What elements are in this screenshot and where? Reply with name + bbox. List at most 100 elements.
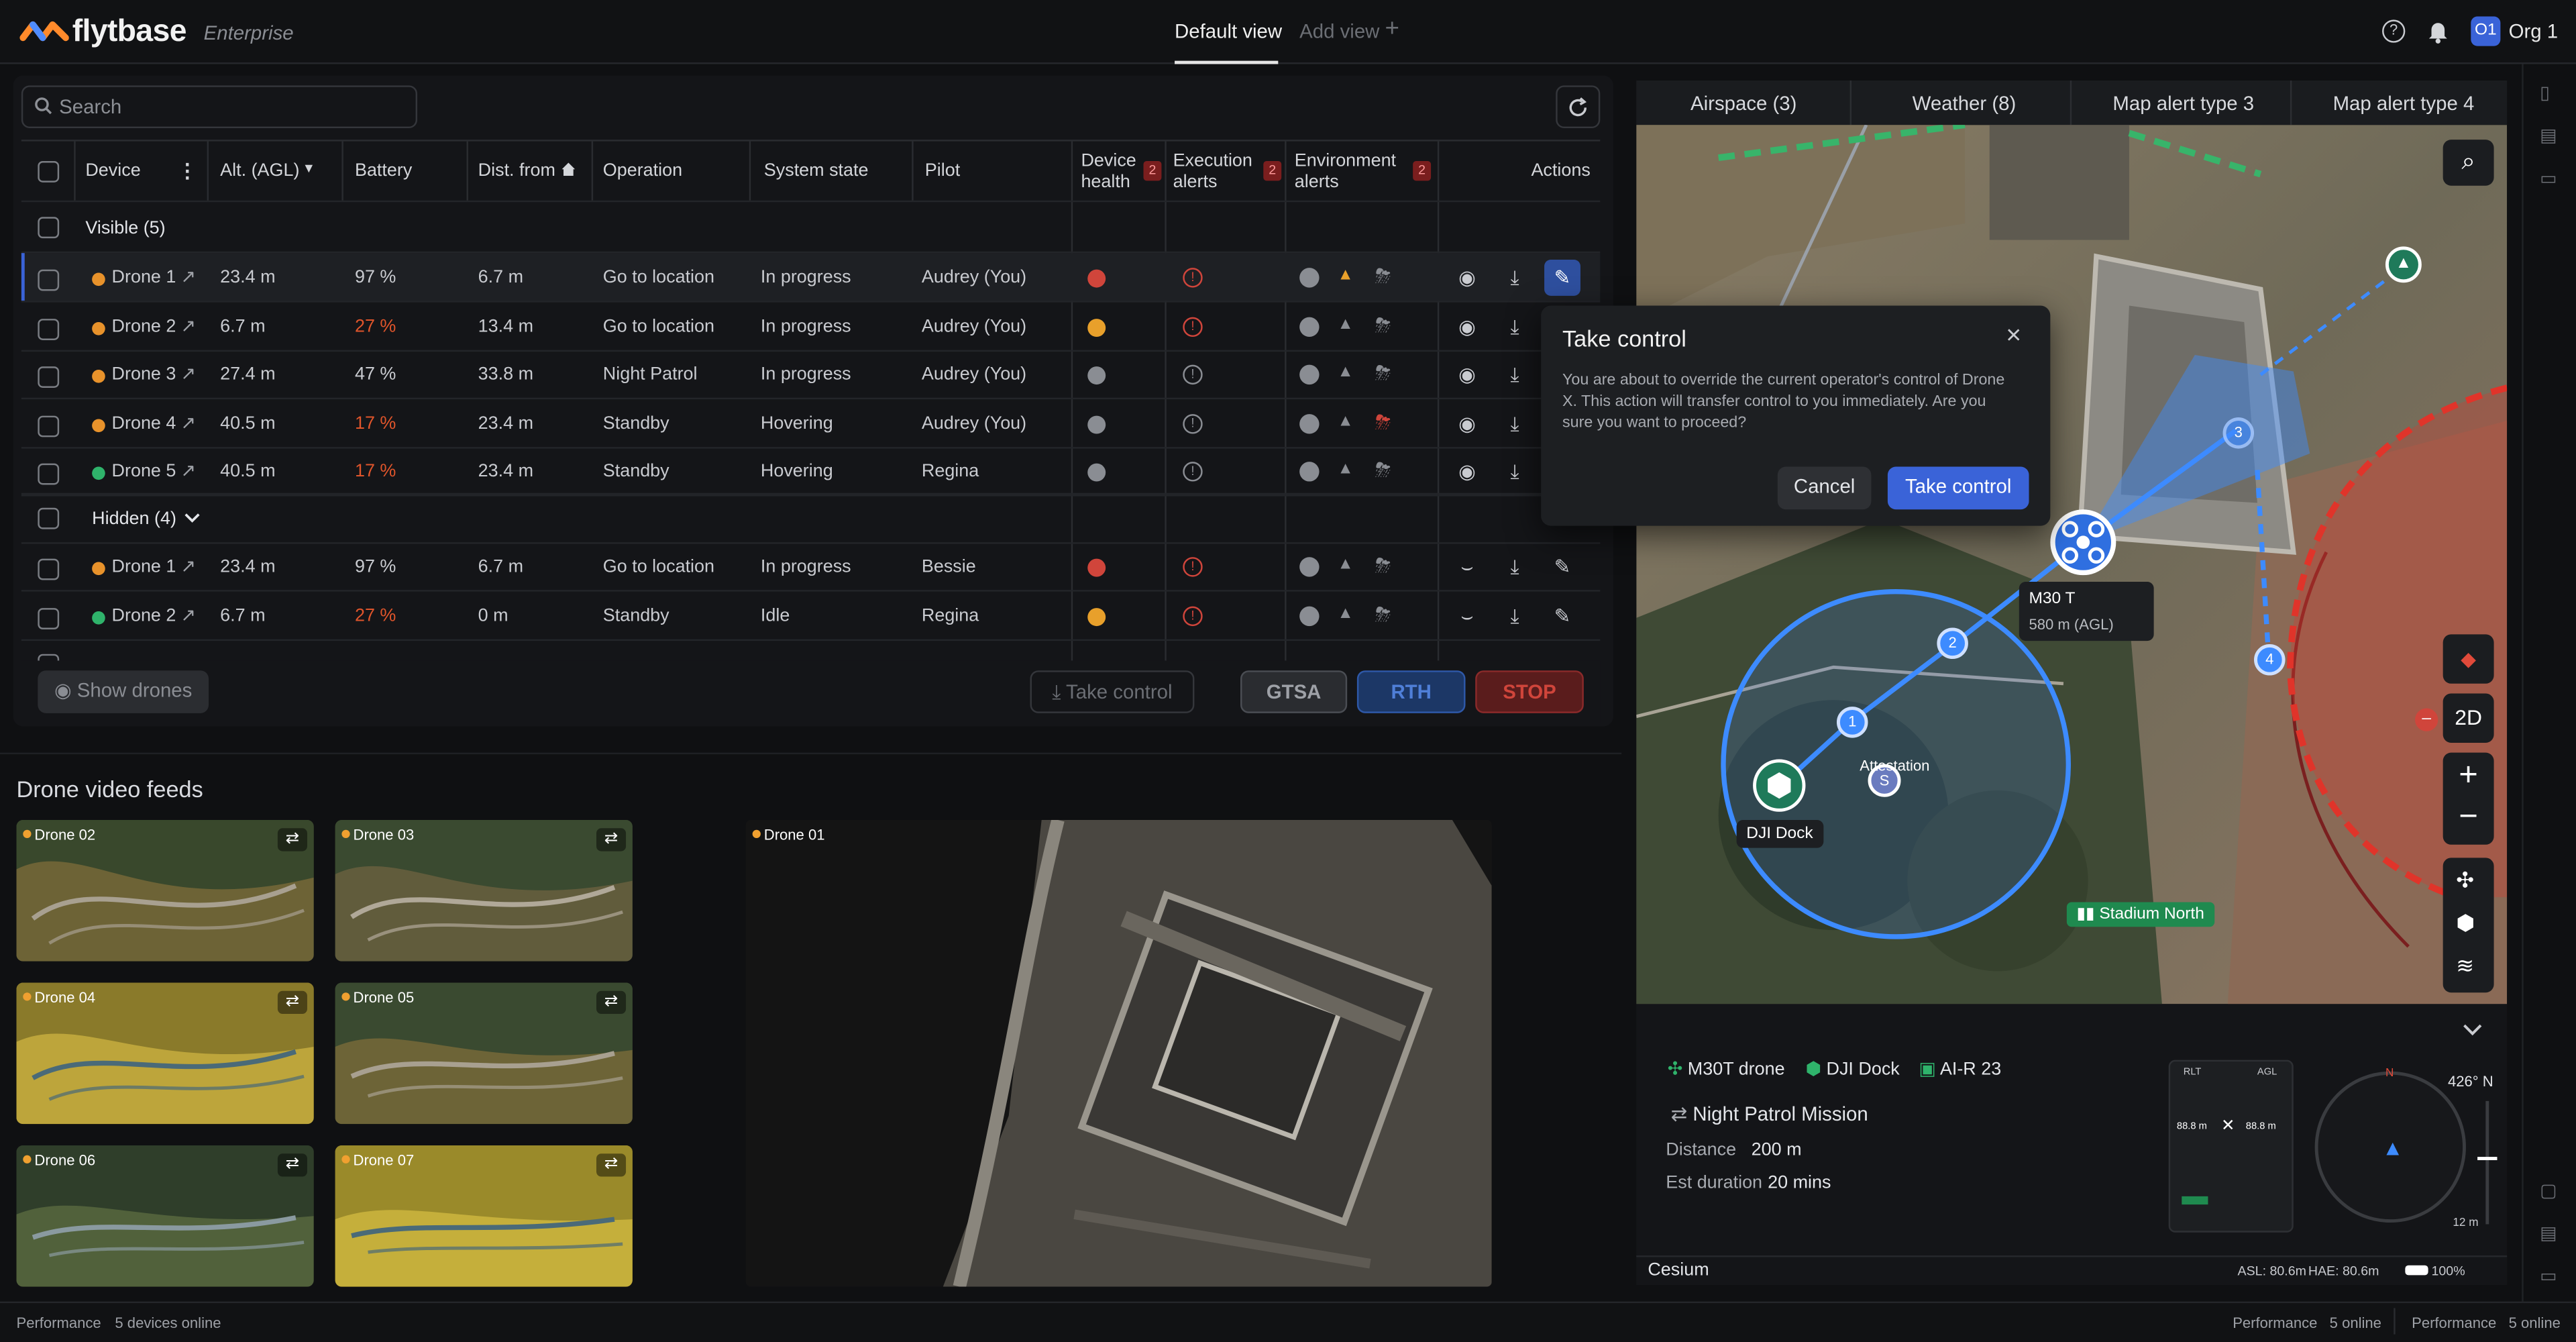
eye-icon[interactable]: ◉: [1449, 405, 1485, 442]
chevron-down-icon[interactable]: [184, 511, 200, 525]
take-control-button[interactable]: ⤓ Take control: [1030, 670, 1195, 713]
tab-default-view[interactable]: Default view: [1175, 19, 1282, 42]
wind-icon[interactable]: [1299, 316, 1320, 336]
chevron-down-icon[interactable]: [2463, 1022, 2482, 1038]
row-checkbox[interactable]: [38, 607, 60, 629]
take-control-icon[interactable]: ⤓: [1497, 454, 1533, 490]
device-name[interactable]: Drone 1: [112, 268, 176, 287]
wind-icon[interactable]: [1299, 557, 1320, 577]
rail-briefcase-icon-2[interactable]: ▭: [2540, 1266, 2557, 1286]
org-name[interactable]: Org 1: [2509, 19, 2559, 42]
swap-feed-icon[interactable]: ⇄: [277, 990, 307, 1015]
show-drones-button[interactable]: ◉ Show drones: [38, 670, 209, 713]
waypoint-1[interactable]: 1: [1836, 707, 1868, 738]
col-execution-alerts[interactable]: Execution alerts: [1173, 151, 1255, 194]
device-name[interactable]: Drone 2: [112, 605, 176, 625]
row-checkbox[interactable]: [38, 654, 60, 661]
wind-icon[interactable]: [1299, 268, 1320, 288]
org-avatar[interactable]: O1: [2471, 16, 2501, 46]
eye-closed-icon[interactable]: ⌣: [1449, 597, 1485, 633]
swap-feed-icon[interactable]: ⇄: [596, 828, 627, 851]
bell-icon[interactable]: [2426, 18, 2449, 44]
take-control-icon[interactable]: ⤓: [1497, 260, 1533, 296]
waypoint-3[interactable]: 3: [2222, 417, 2255, 449]
modal-confirm-button[interactable]: Take control: [1887, 466, 2029, 510]
visible-group-label[interactable]: Visible (5): [85, 219, 165, 238]
take-control-icon[interactable]: ⤓: [1497, 356, 1533, 393]
col-pilot[interactable]: Pilot: [925, 161, 960, 183]
tab-map-alert-4[interactable]: Map alert type 4: [2333, 92, 2475, 115]
col-device[interactable]: Device: [85, 161, 140, 183]
row-checkbox[interactable]: [38, 558, 60, 580]
wind-icon[interactable]: [1299, 605, 1320, 625]
stop-button[interactable]: STOP: [1475, 670, 1584, 713]
compass-button[interactable]: ◆: [2443, 634, 2494, 684]
main-video-feed[interactable]: Drone 01: [745, 820, 1492, 1287]
video-thumbnail[interactable]: Drone 04 ⇄: [16, 982, 314, 1125]
zoom-in-icon[interactable]: +: [2455, 758, 2483, 795]
col-system-state[interactable]: System state: [764, 161, 869, 183]
col-operation[interactable]: Operation: [603, 161, 682, 183]
device-name[interactable]: Drone 5: [112, 462, 176, 481]
tab-weather[interactable]: Weather (8): [1913, 92, 2017, 115]
eye-icon[interactable]: ◉: [1449, 356, 1485, 393]
device-name[interactable]: Drone 1: [112, 557, 176, 576]
landing-marker-icon[interactable]: ▲: [2385, 246, 2422, 283]
visible-group-checkbox[interactable]: [38, 217, 60, 239]
alert-icon[interactable]: !: [1183, 316, 1203, 336]
plus-icon[interactable]: +: [1385, 15, 1399, 43]
alert-icon[interactable]: !: [1183, 557, 1203, 577]
pin-icon[interactable]: ✎: [1544, 549, 1580, 585]
hidden-group-checkbox[interactable]: [38, 507, 60, 529]
health-status-icon[interactable]: [1087, 269, 1106, 288]
take-control-icon[interactable]: ⤓: [1497, 405, 1533, 442]
help-icon[interactable]: ?: [2382, 19, 2406, 43]
alert-icon[interactable]: !: [1183, 364, 1203, 385]
dock-focus-icon[interactable]: ⬢: [2456, 911, 2475, 937]
sort-desc-icon[interactable]: ▼: [303, 161, 315, 176]
gtsa-button[interactable]: GTSA: [1240, 670, 1348, 713]
row-checkbox[interactable]: [38, 366, 60, 388]
video-thumbnail[interactable]: Drone 02 ⇄: [16, 820, 314, 962]
waypoint-2[interactable]: 2: [1937, 627, 1968, 660]
alert-icon[interactable]: !: [1183, 462, 1203, 482]
take-control-icon[interactable]: ⤓: [1497, 549, 1533, 585]
video-thumbnail[interactable]: Drone 06 ⇄: [16, 1145, 314, 1287]
alert-icon[interactable]: !: [1183, 605, 1203, 625]
close-icon[interactable]: ×: [2006, 322, 2021, 352]
tilt-slider-handle[interactable]: [2477, 1157, 2498, 1160]
tab-add-view[interactable]: Add view: [1299, 19, 1379, 42]
device-name[interactable]: Drone 2: [112, 316, 176, 336]
wind-icon[interactable]: [1299, 462, 1320, 482]
swap-feed-icon[interactable]: ⇄: [596, 990, 627, 1015]
swap-feed-icon[interactable]: ⇄: [596, 1153, 627, 1177]
tab-map-alert-3[interactable]: Map alert type 3: [2112, 92, 2254, 115]
take-control-icon[interactable]: ⤓: [1497, 597, 1533, 633]
column-menu-icon[interactable]: ⋮: [177, 160, 197, 183]
device-name[interactable]: Drone 4: [112, 413, 176, 433]
eye-icon[interactable]: ◉: [1449, 454, 1485, 490]
map-search-button[interactable]: ⌕: [2443, 140, 2494, 186]
alert-icon[interactable]: !: [1183, 268, 1203, 288]
swap-feed-icon[interactable]: ⇄: [277, 828, 307, 851]
pin-icon[interactable]: ✎: [1544, 259, 1580, 296]
row-checkbox[interactable]: [38, 269, 60, 291]
waypoint-4[interactable]: 4: [2254, 644, 2286, 676]
wind-icon[interactable]: [1299, 413, 1320, 433]
layers-icon[interactable]: ≋: [2456, 953, 2474, 979]
health-status-icon[interactable]: [1087, 558, 1106, 577]
select-all-checkbox[interactable]: [38, 161, 60, 183]
col-alt[interactable]: Alt. (AGL): [220, 161, 299, 183]
zoom-out-icon[interactable]: −: [2455, 798, 2483, 836]
view-mode-toggle[interactable]: 2D: [2443, 693, 2494, 743]
col-dist[interactable]: Dist. from: [478, 161, 555, 183]
video-thumbnail[interactable]: Drone 03 ⇄: [335, 820, 633, 962]
swap-feed-icon[interactable]: ⇄: [277, 1153, 307, 1177]
pin-icon[interactable]: ✎: [1544, 597, 1580, 633]
health-status-icon[interactable]: [1087, 366, 1106, 385]
take-control-icon[interactable]: ⤓: [1497, 308, 1533, 344]
rail-calendar-icon-2[interactable]: ▤: [2540, 1223, 2557, 1244]
tab-airspace[interactable]: Airspace (3): [1690, 92, 1796, 115]
wind-icon[interactable]: [1299, 364, 1320, 385]
video-thumbnail[interactable]: Drone 07 ⇄: [335, 1145, 633, 1287]
